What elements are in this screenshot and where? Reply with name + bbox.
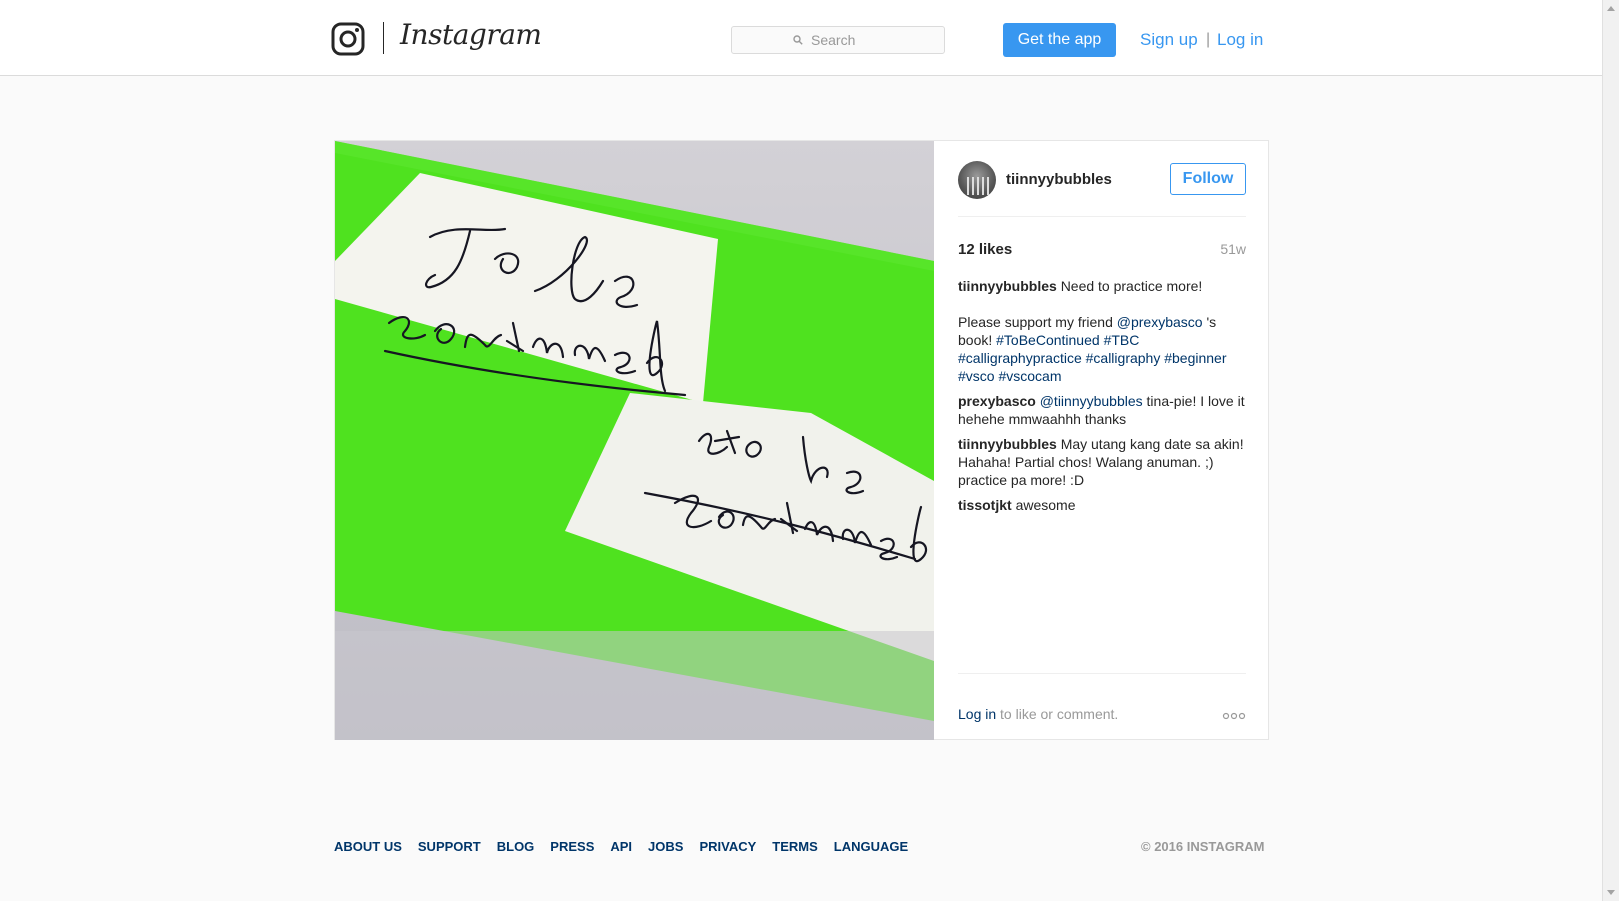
- footer-link-about-us[interactable]: ABOUT US: [334, 839, 402, 854]
- author-username[interactable]: tiinnyybubbles: [1006, 171, 1112, 188]
- instagram-wordmark[interactable]: Instagram: [400, 18, 542, 51]
- search-icon: [793, 35, 803, 45]
- header-separator: |: [1206, 31, 1211, 48]
- hashtag-link[interactable]: #calligraphypractice: [958, 350, 1082, 366]
- caption-line2-prefix: Please support my friend: [958, 314, 1117, 330]
- post-photo[interactable]: [335, 141, 934, 740]
- hashtag-link[interactable]: #TBC: [1104, 332, 1140, 348]
- footer-link-api[interactable]: API: [610, 839, 632, 854]
- post-card: tiinnyybubbles Follow 12 likes 51w tiinn…: [334, 140, 1269, 740]
- footer-link-support[interactable]: SUPPORT: [418, 839, 481, 854]
- sign-up-link[interactable]: Sign up: [1140, 30, 1198, 50]
- comments-list: tiinnyybubbles Need to practice more! Pl…: [958, 277, 1248, 521]
- comment-username[interactable]: tissotjkt: [958, 497, 1012, 513]
- comment-item: tiinnyybubbles May utang kang date sa ak…: [958, 435, 1248, 489]
- mention-link[interactable]: @tiinnyybubbles: [1040, 393, 1143, 409]
- log-in-link[interactable]: Log in: [1217, 30, 1263, 50]
- follow-button[interactable]: Follow: [1170, 163, 1246, 195]
- comment-item: prexybasco @tiinnyybubbles tina-pie! I l…: [958, 392, 1248, 428]
- caption-text: Need to practice more!: [1060, 278, 1203, 294]
- hashtag-link[interactable]: #ToBeContinued: [996, 332, 1100, 348]
- scroll-down-arrow-icon[interactable]: [1607, 890, 1615, 895]
- caption-username[interactable]: tiinnyybubbles: [958, 278, 1057, 294]
- comment-text: awesome: [1015, 497, 1076, 513]
- top-header: Instagram Get the app Sign up | Log in: [0, 0, 1602, 76]
- post-sidebar: tiinnyybubbles Follow 12 likes 51w tiinn…: [958, 141, 1246, 740]
- footer-link-press[interactable]: PRESS: [550, 839, 594, 854]
- likes-count[interactable]: 12 likes: [958, 241, 1012, 258]
- copyright: © 2016 INSTAGRAM: [1141, 839, 1265, 854]
- footer-nav: ABOUT US SUPPORT BLOG PRESS API JOBS PRI…: [334, 839, 908, 854]
- vertical-scrollbar[interactable]: [1602, 0, 1619, 901]
- caption: tiinnyybubbles Need to practice more! Pl…: [958, 277, 1248, 385]
- search-input[interactable]: [809, 31, 883, 49]
- footer-link-jobs[interactable]: JOBS: [648, 839, 683, 854]
- comment-username[interactable]: prexybasco: [958, 393, 1036, 409]
- avatar[interactable]: [958, 161, 996, 199]
- hashtag-link[interactable]: #vscocam: [998, 368, 1061, 384]
- instagram-camera-icon[interactable]: [331, 22, 365, 56]
- scroll-up-arrow-icon[interactable]: [1607, 6, 1615, 11]
- footer-link-blog[interactable]: BLOG: [497, 839, 535, 854]
- login-prompt: Log in to like or comment.: [958, 706, 1118, 722]
- comment-username[interactable]: tiinnyybubbles: [958, 436, 1057, 452]
- search-box[interactable]: [731, 26, 945, 54]
- post-actions-bar: Log in to like or comment.: [958, 673, 1246, 740]
- logo-divider: [383, 22, 384, 54]
- comment-item: tissotjkt awesome: [958, 496, 1248, 514]
- more-options-icon[interactable]: [1222, 712, 1246, 720]
- hashtag-link[interactable]: #vsco: [958, 368, 995, 384]
- login-to-comment-link[interactable]: Log in: [958, 706, 996, 722]
- get-the-app-button[interactable]: Get the app: [1003, 23, 1116, 57]
- footer-link-terms[interactable]: TERMS: [772, 839, 818, 854]
- hashtag-link[interactable]: #beginner: [1164, 350, 1226, 366]
- author-row: tiinnyybubbles Follow: [958, 159, 1246, 217]
- login-prompt-suffix: to like or comment.: [996, 706, 1119, 722]
- footer-link-language[interactable]: LANGUAGE: [834, 839, 908, 854]
- mention-link[interactable]: @prexybasco: [1117, 314, 1203, 330]
- hashtag-link[interactable]: #calligraphy: [1086, 350, 1161, 366]
- post-age[interactable]: 51w: [1220, 241, 1246, 257]
- footer-link-privacy[interactable]: PRIVACY: [699, 839, 756, 854]
